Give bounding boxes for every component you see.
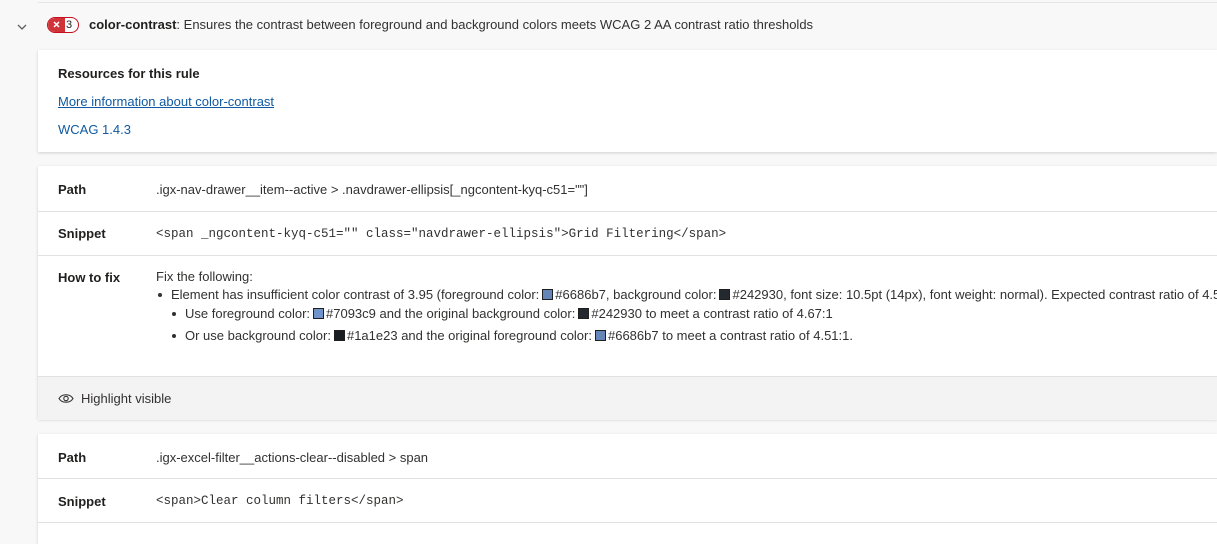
chevron-down-icon[interactable] (16, 22, 28, 32)
snippet-row: Snippet <span>Clear column filters</span… (38, 478, 1217, 523)
rule-id: color-contrast (89, 17, 177, 32)
highlight-visible-button[interactable]: Highlight visible (38, 376, 1217, 420)
path-row: Path .igx-excel-filter__actions-clear--d… (38, 434, 1217, 479)
snippet-value: <span>Clear column filters</span> (156, 494, 404, 508)
how-to-fix-label: How to fix (58, 270, 121, 285)
snippet-label: Snippet (58, 226, 106, 241)
fix-intro: Fix the following: (156, 269, 253, 284)
rule-description: Ensures the contrast between foreground … (183, 17, 814, 32)
bullet-icon (172, 333, 176, 338)
failure-instance-card: Path .igx-excel-filter__actions-clear--d… (38, 434, 1217, 544)
rule-resources-card: Resources for this rule More information… (38, 50, 1217, 152)
more-info-link[interactable]: More information about color-contrast (58, 94, 274, 109)
fix-item: Element has insufficient color contrast … (158, 286, 1217, 304)
fix-subitem: Use foreground color: #7093c9 and the ori… (172, 305, 833, 323)
snippet-value: <span _ngcontent-kyq-c51="" class="navdr… (156, 227, 727, 241)
bullet-icon (172, 311, 176, 316)
color-swatch-fg (542, 289, 554, 300)
path-row: Path .igx-nav-drawer__item--active > .na… (38, 166, 1217, 212)
error-icon (48, 18, 65, 32)
failure-count-badge: 3 (47, 17, 79, 33)
rule-title: color-contrast: Ensures the contrast bet… (89, 17, 813, 33)
fix-subitem: Or use background color: #1a1e23 and the … (172, 327, 853, 345)
path-label: Path (58, 450, 87, 465)
bullet-icon (158, 292, 162, 297)
color-swatch-suggested-fg (313, 308, 325, 319)
how-to-fix-row: How to fix Fix the following: Element ha… (38, 255, 1217, 375)
path-value: .igx-excel-filter__actions-clear--disabl… (156, 450, 429, 465)
snippet-label: Snippet (58, 494, 106, 509)
highlight-visible-label: Highlight visible (81, 391, 172, 406)
color-swatch-bg (719, 289, 731, 300)
path-label: Path (58, 182, 87, 197)
eye-icon (58, 394, 74, 403)
failure-count: 3 (66, 19, 73, 31)
snippet-row: Snippet <span _ngcontent-kyq-c51="" clas… (38, 211, 1217, 256)
color-swatch-suggested-bg (333, 330, 345, 341)
color-swatch-bg (578, 308, 590, 319)
color-swatch-fg (594, 330, 606, 341)
resources-heading: Resources for this rule (58, 66, 200, 81)
rule-header[interactable]: 3 color-contrast: Ensures the contrast b… (0, 6, 1217, 46)
wcag-link[interactable]: WCAG 1.4.3 (58, 122, 131, 137)
top-divider (38, 2, 1217, 3)
failure-instance-card: Path .igx-nav-drawer__item--active > .na… (38, 166, 1217, 420)
path-value: .igx-nav-drawer__item--active > .navdraw… (156, 182, 588, 197)
rule-separator: : (176, 17, 181, 32)
